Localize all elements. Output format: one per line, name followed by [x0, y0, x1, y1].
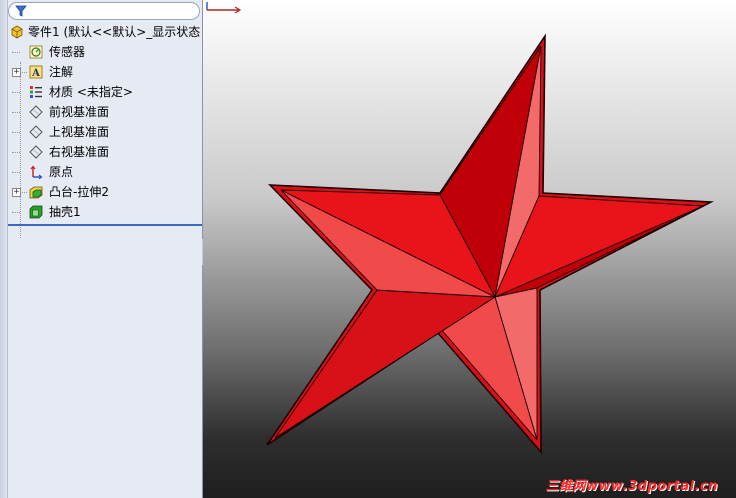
tree-connector: [12, 112, 20, 113]
material-icon: [30, 86, 42, 98]
star-model[interactable]: [203, 0, 736, 498]
feature-manager-panel: 零件1 (默认<<默认>_显示状态 传感器 + A 注解 材质 <未指定> 前视…: [0, 0, 203, 498]
tree-item-label: 传感器: [49, 45, 86, 59]
tree-connector: [12, 152, 20, 153]
filter-icon[interactable]: [15, 5, 27, 17]
tree-root-label: 零件1 (默认<<默认>_显示状态: [28, 25, 201, 39]
tree-connector: [22, 192, 27, 193]
tree-item-label: 原点: [49, 165, 74, 179]
graphics-viewport[interactable]: 三维网www.3dportal.cn: [203, 0, 736, 498]
tree-connector: [12, 212, 20, 213]
tree-item-material[interactable]: 材质 <未指定>: [8, 82, 202, 102]
expand-toggle[interactable]: +: [12, 68, 21, 77]
origin-icon: [30, 165, 43, 179]
sensor-icon: [29, 45, 43, 59]
tree-item-label: 注解: [49, 65, 74, 79]
tree-connector: [12, 172, 20, 173]
tree-connector: [12, 92, 20, 93]
tree-item-top-plane[interactable]: 上视基准面: [8, 122, 202, 142]
tree-connector: [22, 72, 27, 73]
tree-item-label: 材质 <未指定>: [49, 85, 133, 99]
panel-left-edge: [0, 0, 8, 498]
star-facet: [274, 289, 497, 439]
expand-toggle[interactable]: +: [12, 188, 21, 197]
plane-icon: [29, 125, 43, 139]
view-orientation-triad: [206, 2, 242, 14]
plane-icon: [29, 105, 43, 119]
tree-item-label: 凸台-拉伸2: [49, 185, 109, 199]
feature-tree: 零件1 (默认<<默认>_显示状态 传感器 + A 注解 材质 <未指定> 前视…: [8, 22, 202, 238]
tree-item-right-plane[interactable]: 右视基准面: [8, 142, 202, 162]
tree-item-front-plane[interactable]: 前视基准面: [8, 102, 202, 122]
tree-item-label: 右视基准面: [49, 145, 110, 159]
shell-icon: [29, 205, 43, 219]
watermark-text: 三维网www.3dportal.cn: [545, 479, 718, 494]
tree-item-shell[interactable]: 抽壳1: [8, 202, 202, 222]
tree-root-part[interactable]: 零件1 (默认<<默认>_显示状态: [8, 22, 202, 42]
tree-item-label: 前视基准面: [49, 105, 110, 119]
tree-item-boss-extrude[interactable]: + 凸台-拉伸2: [8, 182, 202, 202]
tree-item-annotations[interactable]: + A 注解: [8, 62, 202, 82]
tree-item-sensors[interactable]: 传感器: [8, 42, 202, 62]
plane-icon: [29, 145, 43, 159]
annotation-icon: A: [29, 65, 43, 79]
tree-connector: [12, 52, 20, 53]
tree-item-label: 上视基准面: [49, 125, 110, 139]
rollback-bar[interactable]: [8, 224, 202, 226]
filter-bar[interactable]: [8, 2, 200, 20]
part-icon: [11, 25, 23, 39]
tree-item-label: 抽壳1: [49, 205, 81, 219]
tree-connector: [12, 132, 20, 133]
svg-text:A: A: [31, 68, 40, 79]
tree-item-origin[interactable]: 原点: [8, 162, 202, 182]
extrude-boss-icon: [29, 186, 43, 199]
